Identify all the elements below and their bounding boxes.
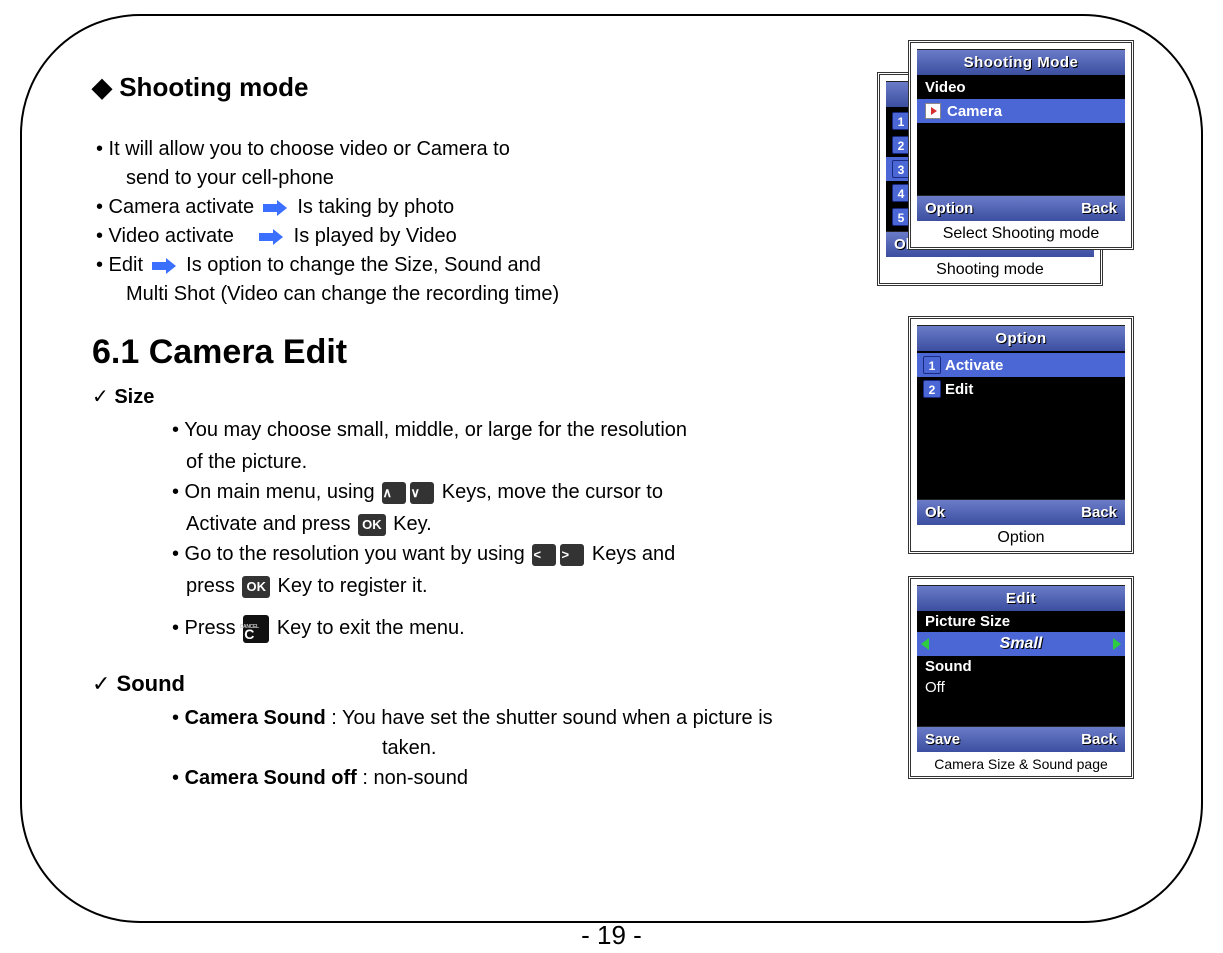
sound-description: • Camera Sound : You have set the shutte… [92, 703, 849, 793]
triangle-left-icon [921, 638, 929, 650]
mode-option: Video [917, 75, 1125, 99]
softkey-bar: Option Back [917, 195, 1125, 221]
softkey-right: Back [1081, 731, 1117, 748]
titlebar: Option [917, 325, 1125, 351]
softkey-right: Back [1081, 504, 1117, 521]
picture-size-label: Picture Size [917, 611, 1125, 632]
right-column: Settings 1Time/Date 2Siren 3Shooting Mod… [877, 72, 1177, 793]
right-key-icon: > [560, 544, 584, 566]
bullet-edit-cont: Multi Shot (Video can change the recordi… [96, 280, 849, 309]
sound-subheading: Sound [92, 671, 849, 697]
softkey-left: Option [925, 200, 973, 217]
page-frame: Shooting mode • It will allow you to cho… [20, 14, 1203, 923]
softkey-bar: Save Back [917, 726, 1125, 752]
screen-shooting-mode: Shooting Mode Video Camera Option Back [917, 49, 1125, 221]
picture-size-value-row: Small [917, 632, 1125, 656]
titlebar: Shooting Mode [917, 49, 1125, 75]
thumb-caption: Select Shooting mode [917, 225, 1125, 243]
size-resolution-instruction: • Go to the resolution you want by using… [172, 539, 849, 569]
bullet-video-camera: • It will allow you to choose video or C… [96, 135, 849, 164]
softkey-right: Back [1081, 200, 1117, 217]
page-number: - 19 - [0, 920, 1223, 951]
list-item: 1Activate [917, 353, 1125, 377]
arrow-right-icon [152, 258, 178, 274]
titlebar: Edit [917, 585, 1125, 611]
left-column: Shooting mode • It will allow you to cho… [92, 72, 849, 793]
sound-label: Sound [917, 656, 1125, 677]
bullet-edit: • Edit Is option to change the Size, Sou… [96, 251, 849, 280]
size-nav-instruction: • On main menu, using ∧∨ Keys, move the … [172, 477, 849, 507]
size-exit-instruction: • Press Key to exit the menu. [172, 613, 849, 643]
screen-option: Option 1Activate 2Edit Ok Back [917, 325, 1125, 525]
thumb-caption: Shooting mode [886, 261, 1094, 279]
up-key-icon: ∧ [382, 482, 406, 504]
mode-option: Camera [917, 99, 1125, 123]
list-item: 2Edit [917, 377, 1125, 401]
softkey-bar: Ok Back [917, 499, 1125, 525]
thumb-caption: Option [917, 529, 1125, 547]
triangle-right-icon [1113, 638, 1121, 650]
size-description: • You may choose small, middle, or large… [92, 415, 849, 643]
thumb-caption: Camera Size & Sound page [917, 756, 1125, 772]
thumb-edit: Edit Picture Size Small Sound Off Save B… [908, 576, 1134, 779]
softkey-left: Save [925, 731, 960, 748]
cancel-key-icon [243, 615, 269, 643]
bullet-video-activate: • Video activate Is played by Video [96, 222, 849, 251]
bullet-camera-activate: • Camera activate Is taking by photo [96, 193, 849, 222]
softkey-left: Ok [925, 504, 945, 521]
size-subheading: Size [92, 384, 849, 409]
thumb-select-mode: Shooting Mode Video Camera Option Back S… [908, 40, 1134, 250]
arrow-right-icon [263, 200, 289, 216]
thumb-option: Option 1Activate 2Edit Ok Back Option [908, 316, 1134, 554]
arrow-right-icon [259, 229, 285, 245]
down-key-icon: ∨ [410, 482, 434, 504]
camera-sound-on: • Camera Sound : You have set the shutte… [172, 703, 849, 733]
camera-edit-heading: 6.1 Camera Edit [92, 333, 849, 372]
sound-value: Off [917, 677, 1125, 698]
camera-sound-off: • Camera Sound off : non-sound [172, 763, 849, 793]
shooting-mode-heading: Shooting mode [92, 72, 849, 103]
left-key-icon: < [532, 544, 556, 566]
camera-mini-icon [925, 103, 941, 119]
ok-key-icon: OK [242, 576, 270, 598]
bullet-video-camera-cont: send to your cell-phone [96, 164, 849, 193]
screen-edit: Edit Picture Size Small Sound Off Save B… [917, 585, 1125, 752]
ok-key-icon: OK [358, 514, 386, 536]
shooting-mode-bullets: • It will allow you to choose video or C… [92, 135, 849, 309]
